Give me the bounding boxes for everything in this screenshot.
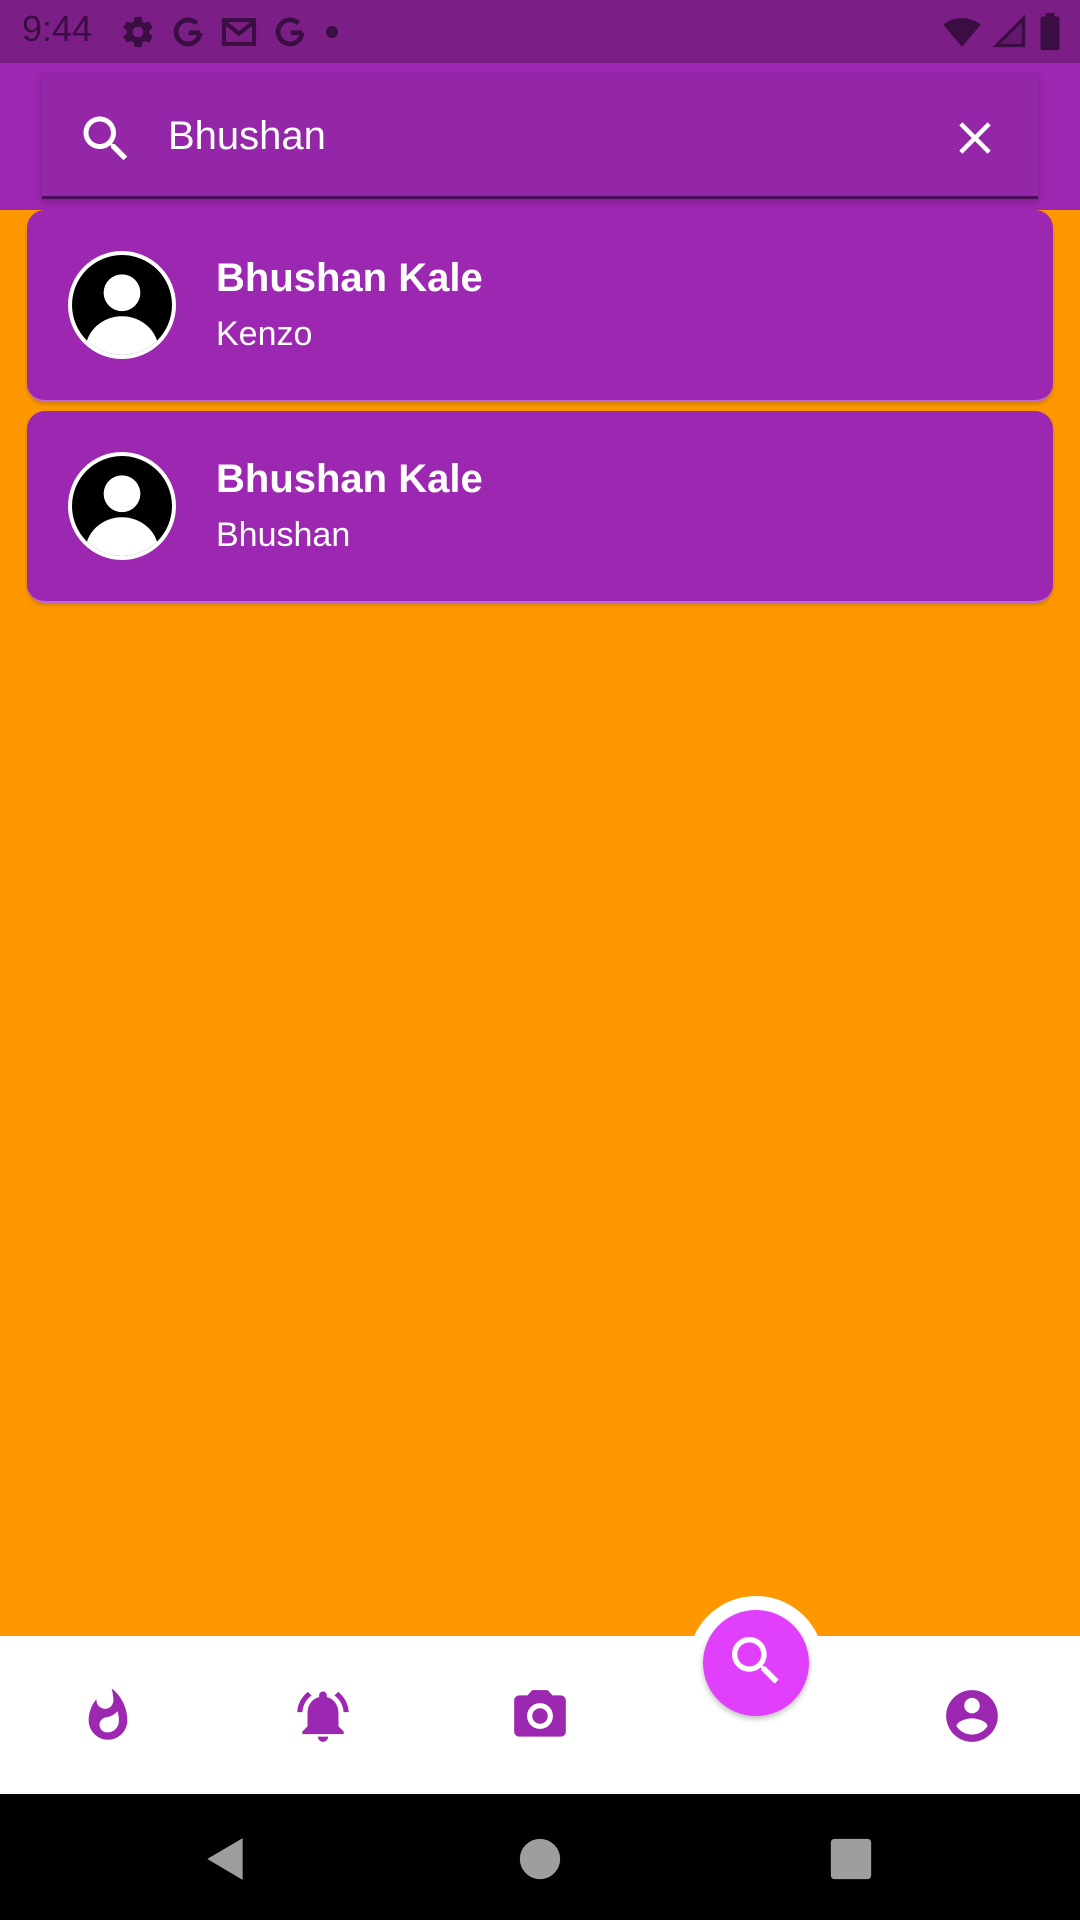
system-nav-bar (0, 1794, 1080, 1920)
google-icon (170, 14, 206, 50)
google-icon (272, 14, 308, 50)
back-icon[interactable] (196, 1829, 256, 1889)
flame-icon[interactable] (73, 1681, 143, 1751)
result-name: Bhushan Kale (216, 457, 483, 501)
list-item[interactable]: Bhushan Kale Kenzo (27, 210, 1053, 402)
status-icons-right (942, 12, 1062, 52)
search-fab[interactable] (703, 1610, 809, 1716)
results-list: Bhushan Kale Kenzo Bhushan Kale Bhushan (27, 210, 1053, 612)
search-icon (76, 109, 136, 169)
result-subtitle: Kenzo (216, 315, 313, 353)
dot-icon (322, 14, 342, 50)
account-icon[interactable] (937, 1681, 1007, 1751)
wifi-icon (942, 14, 982, 50)
bottom-nav (0, 1636, 1080, 1794)
recents-icon[interactable] (821, 1829, 881, 1889)
result-name: Bhushan Kale (216, 256, 483, 300)
search-input[interactable] (168, 103, 928, 169)
app-bar (0, 63, 1080, 210)
camera-icon[interactable] (505, 1681, 575, 1751)
status-icons-left (120, 12, 342, 52)
status-bar: 9:44 (0, 0, 1080, 63)
signal-icon (992, 14, 1028, 50)
result-subtitle: Bhushan (216, 516, 351, 554)
status-time: 9:44 (22, 8, 93, 49)
bell-icon[interactable] (288, 1681, 358, 1751)
gear-icon (120, 14, 156, 50)
battery-icon (1038, 13, 1062, 51)
avatar-icon (68, 251, 176, 359)
search-icon (724, 1629, 788, 1698)
search-bar[interactable] (42, 75, 1038, 199)
home-icon[interactable] (510, 1829, 570, 1889)
close-icon[interactable] (948, 111, 1002, 165)
avatar-icon (68, 452, 176, 560)
gmail-icon (220, 14, 258, 50)
list-item[interactable]: Bhushan Kale Bhushan (27, 411, 1053, 603)
